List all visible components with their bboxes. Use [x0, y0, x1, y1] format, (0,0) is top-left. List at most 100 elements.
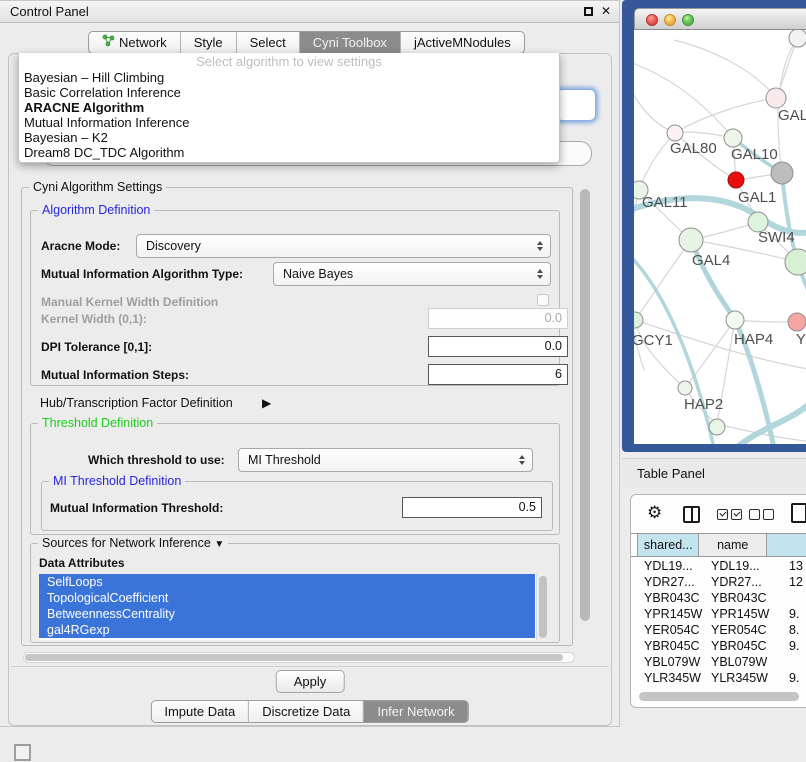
algorithm-option[interactable]: Bayesian – K2 [19, 130, 559, 145]
horizontal-scrollbar[interactable] [23, 652, 575, 663]
algorithm-option[interactable]: Bayesian – Hill Climbing [19, 70, 559, 85]
table-cell: YLR345W [707, 670, 785, 686]
network-node[interactable] [771, 162, 793, 184]
hub-definition-label: Hub/Transcription Factor Definition [40, 396, 233, 410]
minimized-panel-icon[interactable] [14, 744, 31, 761]
minimize-traffic-light[interactable] [664, 14, 676, 26]
table-row[interactable]: YBR043CYBR043C [637, 590, 806, 606]
column-header-shared-name[interactable]: shared... [637, 534, 699, 556]
table-row[interactable]: YBL079WYBL079W [637, 654, 806, 670]
close-icon[interactable]: ✕ [601, 4, 611, 18]
document-icon[interactable] [791, 503, 806, 523]
table-row[interactable]: YDL19...YDL19...13 [637, 558, 806, 574]
network-node-label: GAL10 [731, 146, 778, 163]
collapse-right-icon[interactable]: ▶ [262, 396, 271, 410]
algorithm-option[interactable]: Basic Correlation Inference [19, 85, 559, 100]
table-cell: YDL19... [707, 558, 785, 574]
network-node[interactable] [789, 30, 806, 47]
network-node-gal4[interactable] [679, 228, 703, 252]
which-threshold-combo[interactable]: MI Threshold [238, 448, 533, 472]
network-node-swi4[interactable] [785, 249, 806, 275]
tab-cyni-toolbox[interactable]: Cyni Toolbox [299, 32, 400, 53]
deselect-all-icon[interactable] [749, 509, 774, 520]
zoom-traffic-light[interactable] [682, 14, 694, 26]
column-header-cut[interactable] [767, 534, 806, 556]
network-window-titlebar [634, 8, 806, 30]
tab-infer-network[interactable]: Infer Network [363, 701, 467, 722]
tab-jactivemnodules[interactable]: jActiveMNodules [400, 32, 524, 53]
network-node-gal80[interactable] [667, 125, 683, 141]
split-columns-icon[interactable] [683, 506, 700, 523]
algorithm-list: Bayesian – Hill ClimbingBasic Correlatio… [19, 70, 559, 160]
data-attribute-item[interactable]: TopologicalCoefficient [39, 590, 535, 606]
mi-threshold-group: MI Threshold Definition Mutual Informati… [41, 481, 553, 531]
table-cell: YDL19... [637, 558, 707, 574]
vertical-scrollbar[interactable] [580, 189, 590, 621]
tab-select[interactable]: Select [236, 32, 299, 53]
float-window-icon[interactable] [584, 7, 593, 16]
combo-value: Naive Bayes [283, 263, 353, 285]
list-scrollbar[interactable] [536, 574, 549, 640]
network-node-label: GAL80 [670, 140, 717, 157]
column-header-name[interactable]: name [699, 534, 767, 556]
tab-impute-data[interactable]: Impute Data [151, 701, 248, 722]
group-title: Cyni Algorithm Settings [29, 180, 166, 194]
network-window-frame: GALGAL80GAL10GAL11GAL1SWI4GAL4GCY1HAP4YH… [622, 0, 806, 452]
network-node-y[interactable] [788, 313, 806, 331]
manual-kernel-checkbox[interactable] [537, 294, 549, 306]
gear-icon[interactable]: ⚙ [647, 503, 662, 523]
data-attribute-item[interactable]: BetweennessCentrality [39, 606, 535, 622]
dpi-tolerance-field[interactable]: 0.0 [428, 336, 568, 357]
tab-network[interactable]: Network [89, 32, 180, 53]
apply-button[interactable]: Apply [276, 670, 345, 693]
control-panel-tabs: Network Style Select Cyni Toolbox jActiv… [88, 31, 525, 54]
table-row[interactable]: YDR27...YDR27...12 [637, 574, 806, 590]
table-cell: 9 [785, 686, 806, 689]
table-cell: YBR043C [707, 590, 785, 606]
sources-title: Sources for Network Inference [42, 536, 211, 550]
network-node-gcy1[interactable] [634, 312, 643, 328]
control-panel-window: Control Panel ✕ Network Style Select Cyn… [0, 0, 620, 727]
data-attribute-item[interactable]: gal4RGexp [39, 622, 535, 638]
algorithm-option[interactable]: Mutual Information Inference [19, 115, 559, 130]
data-attributes-label: Data Attributes [39, 556, 125, 570]
network-node-label: Y [796, 331, 806, 348]
stepper-icon [537, 269, 543, 279]
network-node[interactable] [728, 172, 744, 188]
close-traffic-light[interactable] [646, 14, 658, 26]
mi-steps-field[interactable]: 6 [428, 364, 568, 385]
table-horizontal-scrollbar[interactable] [639, 692, 806, 702]
table-row[interactable]: YIL052CYIL052C9 [637, 686, 806, 689]
network-node-hap4[interactable] [726, 311, 744, 329]
table-row[interactable]: YBR045CYBR045C9. [637, 638, 806, 654]
kernel-width-label: Kernel Width (0,1): [41, 312, 147, 326]
tab-discretize-data[interactable]: Discretize Data [248, 701, 363, 722]
network-node-gal[interactable] [766, 88, 786, 108]
algorithm-option[interactable]: Dream8 DC_TDC Algorithm [19, 145, 559, 160]
data-attribute-item[interactable]: SelfLoops [39, 574, 535, 590]
mi-algorithm-type-combo[interactable]: Naive Bayes [273, 262, 551, 286]
tab-label: Impute Data [164, 701, 235, 722]
kernel-width-field[interactable]: 0.0 [428, 308, 568, 329]
expand-down-icon[interactable]: ▼ [214, 539, 224, 550]
inference-algorithm-combo-fragment[interactable] [556, 89, 596, 121]
aracne-mode-combo[interactable]: Discovery [136, 234, 551, 258]
select-all-icon[interactable] [717, 509, 742, 520]
algorithm-option[interactable]: ARACNE Algorithm [19, 100, 559, 115]
network-node-gal10[interactable] [724, 129, 742, 147]
control-panel-titlebar: Control Panel ✕ [0, 1, 619, 23]
network-canvas[interactable]: GALGAL80GAL10GAL11GAL1SWI4GAL4GCY1HAP4YH… [634, 30, 806, 444]
network-node-label: GAL4 [692, 252, 730, 269]
network-node-hap2[interactable] [678, 381, 692, 395]
table-row[interactable]: YLR345WYLR345W9. [637, 670, 806, 686]
attr-items: SelfLoopsTopologicalCoefficientBetweenne… [39, 574, 549, 638]
table-row[interactable]: YPR145WYPR145W9. [637, 606, 806, 622]
tab-style[interactable]: Style [180, 32, 236, 53]
table-cell: YBR043C [637, 590, 707, 606]
network-node[interactable] [709, 419, 725, 435]
table-cell: 9. [785, 638, 806, 654]
mi-threshold-field[interactable]: 0.5 [402, 497, 542, 518]
table-row[interactable]: YER054CYER054C8. [637, 622, 806, 638]
table-cell: 13 [785, 558, 806, 574]
network-node-label: SWI4 [758, 229, 795, 246]
